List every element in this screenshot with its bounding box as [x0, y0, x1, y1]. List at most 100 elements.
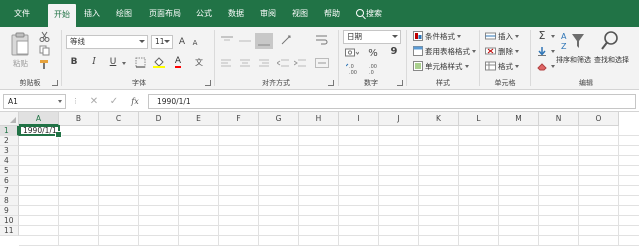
row-header-1[interactable]: 1 [0, 126, 19, 136]
orientation-button[interactable] [278, 33, 296, 47]
autosum-button[interactable]: Σ [535, 29, 549, 42]
clear-button[interactable] [535, 60, 549, 72]
row-header-2[interactable]: 2 [0, 136, 19, 146]
formula-bar-grip-icon[interactable]: ⋮ [72, 96, 79, 106]
formula-input[interactable]: 1990/1/1 [148, 94, 636, 109]
tab-help[interactable]: 帮助 [322, 0, 342, 27]
row-header-5[interactable]: 5 [0, 166, 19, 176]
cell-a1[interactable]: 1990/1/1 [23, 125, 57, 136]
wrap-text-button[interactable] [314, 33, 330, 47]
cell-styles-button[interactable]: 单元格样式 [425, 61, 469, 72]
column-header-a[interactable]: A [19, 112, 59, 126]
column-header-n[interactable]: N [539, 112, 579, 126]
row-header-8[interactable]: 8 [0, 196, 19, 206]
fill-color-button[interactable] [152, 55, 166, 69]
autosum-dropdown[interactable] [549, 33, 555, 39]
column-header-l[interactable]: L [459, 112, 499, 126]
comma-style-button[interactable]: 9 [389, 44, 399, 58]
tab-formulas[interactable]: 公式 [194, 0, 214, 27]
row-header-3[interactable]: 3 [0, 146, 19, 156]
align-top-button[interactable] [220, 35, 234, 47]
format-painter-button[interactable] [38, 58, 50, 70]
font-size-dropdown[interactable]: 11 [151, 35, 173, 49]
number-launcher-icon[interactable] [397, 80, 403, 86]
tab-draw[interactable]: 绘图 [114, 0, 134, 27]
sort-filter-button[interactable]: A Z [558, 29, 588, 53]
format-cells-button[interactable]: 格式 [498, 61, 519, 72]
tab-file[interactable]: 文件 [6, 0, 38, 27]
increase-decimal-button[interactable]: .0.00 [346, 63, 360, 75]
underline-dropdown[interactable] [120, 60, 126, 66]
column-header-c[interactable]: C [99, 112, 139, 126]
row-header-11[interactable]: 11 [0, 226, 19, 236]
borders-button[interactable] [133, 55, 147, 69]
column-header-g[interactable]: G [259, 112, 299, 126]
column-header-i[interactable]: I [339, 112, 379, 126]
tell-me-search[interactable]: 搜索 [354, 0, 384, 27]
underline-button[interactable]: U [107, 55, 119, 69]
column-header-d[interactable]: D [139, 112, 179, 126]
alignment-launcher-icon[interactable] [328, 80, 334, 86]
select-all-button[interactable] [0, 112, 19, 126]
decrease-indent-button[interactable] [276, 57, 290, 69]
confirm-entry-button[interactable]: ✓ [108, 95, 120, 107]
tab-review[interactable]: 审阅 [258, 0, 278, 27]
clear-dropdown[interactable] [549, 63, 555, 69]
font-group-label: 字体 [132, 79, 146, 87]
percent-style-button[interactable]: % [367, 46, 379, 60]
row-header-4[interactable]: 4 [0, 156, 19, 166]
align-middle-button[interactable] [238, 35, 252, 47]
find-select-button[interactable] [598, 29, 622, 53]
number-format-dropdown[interactable]: 日期 [343, 30, 401, 44]
font-launcher-icon[interactable] [205, 80, 211, 86]
conditional-formatting-button[interactable]: 条件格式 [425, 31, 461, 42]
align-bottom-button[interactable] [255, 33, 273, 49]
fill-button[interactable] [535, 45, 549, 57]
increase-indent-button[interactable] [293, 57, 307, 69]
paste-button[interactable] [8, 30, 32, 58]
row-header-6[interactable]: 6 [0, 176, 19, 186]
column-header-o[interactable]: O [579, 112, 619, 126]
grow-font-button[interactable]: A [176, 35, 188, 49]
clipboard-launcher-icon[interactable] [52, 80, 58, 86]
fill-dropdown[interactable] [549, 48, 555, 54]
italic-button[interactable]: I [88, 55, 100, 69]
formula-bar: A1 ⋮ ✕ ✓ fx 1990/1/1 [0, 91, 639, 112]
column-header-b[interactable]: B [59, 112, 99, 126]
copy-button[interactable] [38, 44, 50, 56]
insert-cells-button[interactable]: 插入 [498, 31, 519, 42]
tab-insert[interactable]: 插入 [82, 0, 102, 27]
column-header-m[interactable]: M [499, 112, 539, 126]
tab-view[interactable]: 视图 [290, 0, 310, 27]
row-header-9[interactable]: 9 [0, 206, 19, 216]
column-header-f[interactable]: F [219, 112, 259, 126]
row-header-7[interactable]: 7 [0, 186, 19, 196]
column-header-k[interactable]: K [419, 112, 459, 126]
row-header-10[interactable]: 10 [0, 216, 19, 226]
delete-cells-button[interactable]: 删除 [498, 46, 519, 57]
font-name-dropdown[interactable]: 等线 [66, 35, 148, 49]
chevron-down-icon [164, 40, 170, 43]
tab-page-layout[interactable]: 页面布局 [146, 0, 184, 27]
align-center-button[interactable] [238, 57, 252, 69]
accounting-format-button[interactable] [343, 47, 361, 59]
cancel-entry-button[interactable]: ✕ [88, 95, 100, 107]
name-box[interactable]: A1 [3, 94, 66, 109]
shrink-font-button[interactable]: A [190, 37, 200, 49]
merge-center-button[interactable] [314, 57, 330, 69]
column-header-e[interactable]: E [179, 112, 219, 126]
font-name-value: 等线 [70, 37, 85, 46]
align-left-button[interactable] [220, 57, 234, 69]
decrease-decimal-button[interactable]: .00.0 [366, 63, 380, 75]
format-as-table-button[interactable]: 套用表格格式 [425, 46, 476, 57]
column-header-h[interactable]: H [299, 112, 339, 126]
bold-button[interactable]: B [68, 55, 80, 69]
worksheet-grid[interactable]: ABCDEFGHIJKLMNO 1 2 3 4 5 6 7 8 9 10 11 1990/1/1 [0, 112, 639, 246]
phonetic-button[interactable]: 文 [193, 55, 205, 69]
cut-button[interactable] [38, 30, 50, 42]
tab-data[interactable]: 数据 [226, 0, 246, 27]
insert-function-button[interactable]: fx [128, 95, 142, 107]
font-color-button[interactable]: A [172, 55, 184, 69]
align-right-button[interactable] [256, 57, 270, 69]
column-header-j[interactable]: J [379, 112, 419, 126]
